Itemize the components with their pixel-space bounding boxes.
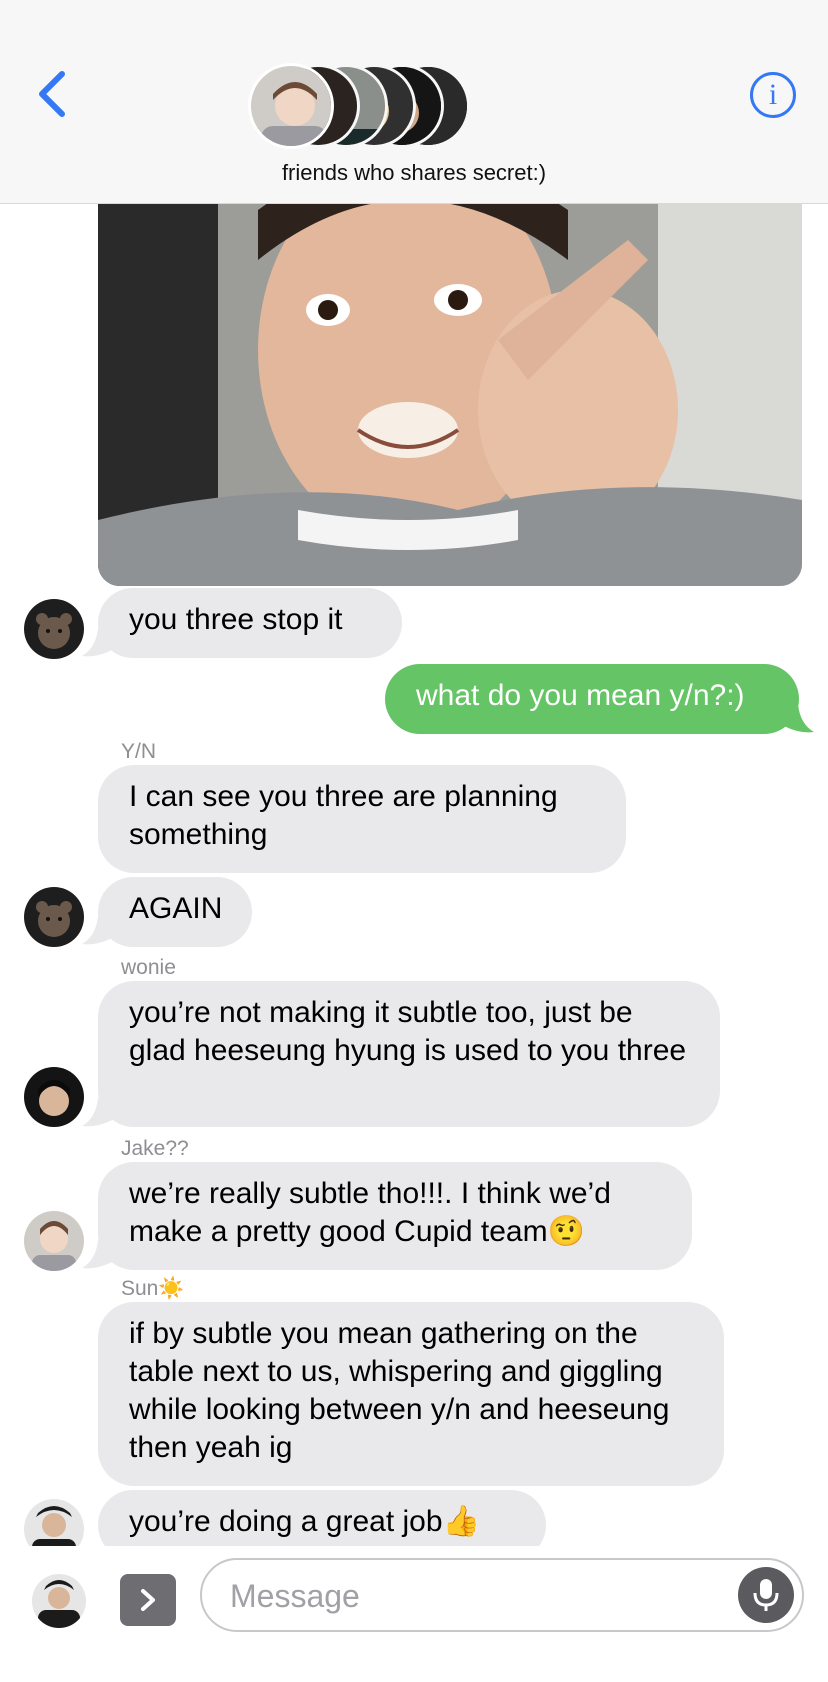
message-bubble-incoming[interactable]: AGAIN [98, 877, 252, 947]
message-bubble-outgoing[interactable]: what do you mean y/n?:) [385, 664, 799, 734]
message-input[interactable] [230, 1574, 690, 1618]
bubble-tail-outgoing [784, 704, 814, 733]
message-bubble-incoming[interactable]: you three stop it [98, 588, 402, 658]
sender-name: wonie [121, 956, 176, 979]
group-avatar-stack[interactable] [248, 63, 488, 150]
avatar-wonie[interactable] [24, 1067, 84, 1127]
conversation-header: friends who shares secret:) i [0, 0, 828, 204]
microphone-icon [753, 1579, 779, 1611]
sender-name: Jake?? [121, 1137, 189, 1160]
photo-message[interactable] [98, 180, 802, 586]
message-bubble-incoming[interactable]: if by subtle you mean gathering on the t… [98, 1302, 724, 1486]
member-avatar-front [248, 63, 334, 149]
avatar-bear[interactable] [24, 887, 84, 947]
chevron-right-icon [141, 1589, 155, 1611]
info-icon: i [768, 78, 778, 111]
sender-name: Y/N [121, 740, 157, 763]
group-title[interactable]: friends who shares secret:) [0, 160, 828, 186]
info-button[interactable]: i [750, 72, 796, 118]
avatar-bear[interactable] [24, 599, 84, 659]
avatar-jake[interactable] [24, 1211, 84, 1271]
message-bubble-incoming[interactable]: I can see you three are planning somethi… [98, 765, 626, 873]
expand-apps-button[interactable] [120, 1574, 176, 1626]
back-button[interactable] [34, 68, 74, 120]
chevron-left-icon [39, 71, 65, 117]
dictation-button[interactable] [738, 1567, 794, 1623]
message-field[interactable] [200, 1558, 804, 1632]
sender-name: Sun☀️ [121, 1277, 185, 1300]
my-avatar[interactable] [32, 1574, 86, 1628]
message-bubble-incoming[interactable]: you’re not making it subtle too, just be… [98, 981, 720, 1127]
message-bubble-incoming[interactable]: we’re really subtle tho!!!. I think we’d… [98, 1162, 692, 1270]
